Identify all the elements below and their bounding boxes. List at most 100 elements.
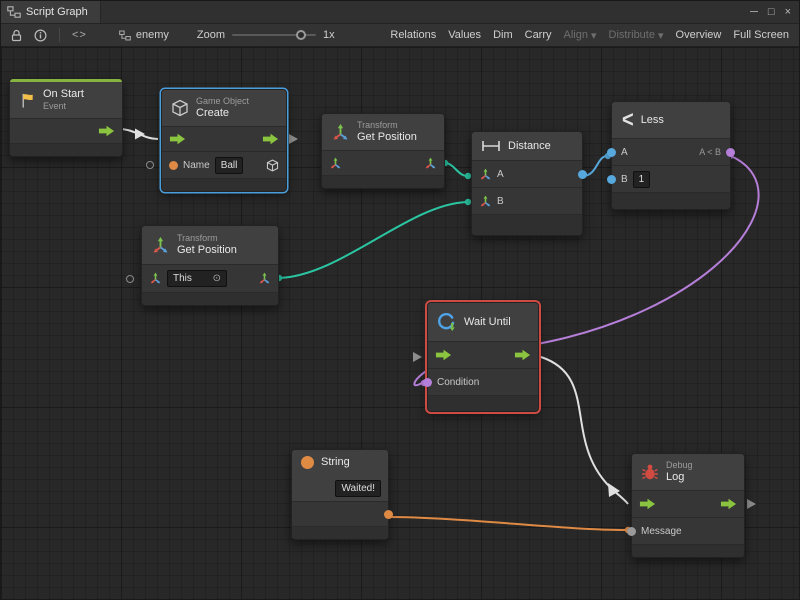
wire-getposition2-distance-b (279, 202, 467, 278)
graph-toolbar: <> enemy Zoom 1x Relations Values Dim Ca… (1, 24, 799, 47)
vector3-out-port-icon[interactable] (424, 157, 437, 170)
carry-button[interactable]: Carry (519, 29, 558, 41)
node-string[interactable]: String Waited! (291, 449, 389, 540)
zoom-label: Zoom (197, 29, 225, 41)
less-b-input[interactable]: 1 (633, 171, 651, 188)
align-dropdown[interactable]: Align ▾ (558, 29, 603, 42)
less-output-label: A < B (699, 147, 721, 157)
vector3-out-port-icon[interactable] (258, 272, 271, 285)
graph-owner[interactable]: enemy (119, 29, 169, 41)
node-wait-until[interactable]: Wait Until Condition (427, 302, 539, 412)
inspect-button[interactable] (28, 24, 53, 46)
minimize-button[interactable]: ─ (750, 6, 758, 18)
condition-port-dot[interactable] (423, 378, 432, 387)
node-footer (292, 526, 388, 539)
toolbar-button-group: Relations Values Dim Carry Align ▾ Distr… (384, 29, 795, 42)
port-label: Message (641, 526, 682, 537)
unconnected-port[interactable] (146, 161, 154, 169)
full-screen-button[interactable]: Full Screen (727, 29, 795, 41)
node-title: Log (666, 471, 693, 484)
relations-button[interactable]: Relations (384, 29, 442, 41)
node-footer (612, 192, 730, 209)
flow-continuation-arrow (747, 499, 756, 509)
flow-out-port[interactable] (98, 125, 115, 137)
node-footer (10, 143, 122, 156)
transform-in-port-icon[interactable] (329, 157, 342, 170)
node-less[interactable]: < Less A A < B B 1 (611, 101, 731, 210)
node-title: Distance (508, 140, 551, 153)
node-debug-log[interactable]: Debug Log Message (631, 453, 745, 558)
less-b-port-dot[interactable] (607, 175, 616, 184)
node-context: Transform (357, 120, 417, 131)
node-distance[interactable]: Distance A B (471, 131, 583, 236)
transform-icon (151, 236, 170, 255)
tab-script-graph[interactable]: Script Graph (1, 1, 101, 23)
zoom-control: Zoom 1x (197, 29, 335, 41)
less-out-port-dot[interactable] (726, 148, 735, 157)
code-view-button[interactable]: <> (66, 24, 93, 46)
values-button[interactable]: Values (442, 29, 487, 41)
name-port-dot[interactable] (169, 161, 178, 170)
flow-in-port[interactable] (435, 349, 452, 361)
string-icon (301, 456, 314, 469)
port-label: B (497, 196, 504, 207)
target-icon: ⊙ (213, 272, 221, 285)
zoom-knob[interactable] (296, 30, 306, 40)
string-out-port-dot[interactable] (384, 510, 393, 519)
less-a-port-dot[interactable] (607, 148, 616, 157)
node-on-start[interactable]: On Start Event (9, 78, 123, 157)
node-get-position-1[interactable]: Transform Get Position (321, 113, 445, 189)
chevron-down-icon: ▾ (658, 29, 664, 42)
lock-button[interactable] (5, 24, 28, 46)
distance-out-port-dot[interactable] (578, 170, 587, 179)
node-get-position-2[interactable]: Transform Get Position This ⊙ (141, 225, 279, 306)
close-button[interactable]: × (785, 6, 791, 18)
flow-continuation-arrow (289, 134, 298, 144)
string-value-input[interactable]: Waited! (335, 480, 381, 497)
port-label: A (621, 147, 628, 158)
transform-in-port-icon[interactable] (149, 272, 162, 285)
flow-out-port[interactable] (514, 349, 531, 361)
vector3-port-icon[interactable] (479, 168, 492, 181)
node-subtitle: Event (43, 101, 84, 112)
flow-in-port[interactable] (639, 498, 656, 510)
flow-arrowhead (608, 483, 620, 497)
chevron-down-icon: ▾ (591, 29, 597, 42)
node-create[interactable]: Game Object Create Name Ball (161, 89, 287, 192)
flow-in-port[interactable] (169, 133, 186, 145)
vector3-port-icon[interactable] (479, 195, 492, 208)
node-title: Less (641, 114, 664, 127)
game-object-port-icon[interactable] (266, 159, 279, 172)
script-graph-window: Script Graph ─ □ × <> (0, 0, 800, 600)
clock-icon (437, 312, 457, 332)
node-title: Create (196, 107, 249, 120)
flow-out-port[interactable] (262, 133, 279, 145)
message-port-dot[interactable] (627, 527, 636, 536)
node-context: Transform (177, 233, 237, 244)
node-footer (472, 214, 582, 235)
port-label: Condition (437, 377, 479, 388)
name-input[interactable]: Ball (215, 157, 244, 174)
distribute-dropdown[interactable]: Distribute ▾ (603, 29, 670, 42)
dim-button[interactable]: Dim (487, 29, 519, 41)
window-controls: ─ □ × (742, 1, 799, 23)
node-title: On Start (43, 88, 84, 101)
transform-icon (331, 123, 350, 142)
graph-owner-icon (119, 30, 131, 41)
node-title: String (321, 456, 350, 469)
flow-out-port[interactable] (720, 498, 737, 510)
wire-string-debuglog-message (387, 517, 627, 530)
distance-icon (481, 139, 501, 153)
overview-button[interactable]: Overview (670, 29, 728, 41)
maximize-button[interactable]: □ (768, 6, 775, 18)
target-self-dropdown[interactable]: This ⊙ (167, 270, 227, 287)
script-graph-icon (7, 6, 21, 18)
node-title: Get Position (177, 244, 237, 257)
node-footer (322, 175, 444, 188)
unconnected-port[interactable] (126, 275, 134, 283)
port-label: Name (183, 160, 210, 171)
node-footer (632, 544, 744, 557)
graph-canvas[interactable]: On Start Event Game Object Creat (1, 47, 799, 600)
zoom-slider[interactable] (232, 34, 316, 36)
flag-icon (19, 92, 36, 109)
